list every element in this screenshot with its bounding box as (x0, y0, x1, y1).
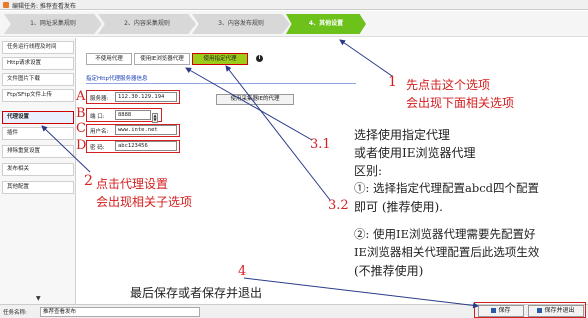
app-icon (3, 2, 9, 8)
step-2-tab[interactable]: 2、内容采集规则 (98, 14, 196, 34)
sidebar-item-other[interactable]: 其他配置 (2, 181, 74, 194)
annotation-1-line1: 先点击这个选项 (406, 78, 491, 92)
server-input[interactable]: 112.30.129.194 (115, 92, 177, 102)
description-line-7: IE浏览器相关代理配置后此选项生效 (354, 245, 540, 259)
tab-custom-proxy[interactable]: 使用指定代理 (192, 53, 248, 65)
user-input[interactable]: www.inte.net (115, 125, 177, 135)
sidebar-item-publish[interactable]: 发布相关 (2, 163, 74, 176)
description-line-5: 即可 (推荐使用). (354, 200, 443, 214)
stepper-down-icon[interactable]: ▼ (153, 118, 157, 122)
tab-no-proxy[interactable]: 不使用代理 (86, 53, 132, 65)
save-exit-icon (537, 308, 543, 313)
sidebar: 任务运行线程及时间 Http请求设置 文件图片下载 Ftp/SFtp文件上传 代… (0, 38, 76, 304)
password-label: 密 码: (90, 145, 105, 151)
step-4-tab[interactable]: 4、其他设置 (286, 14, 366, 34)
save-button[interactable]: 保存 (478, 305, 524, 317)
user-label: 用户名: (90, 129, 109, 135)
sidebar-item-dedupe[interactable]: 排除重复设置 (2, 145, 74, 158)
step-wizard: 1、网址采集规则 2、内容采集规则 3、内容发布规则 4、其他设置 (0, 11, 588, 37)
annotation-2-line2: 会出现相关子选项 (96, 195, 193, 209)
annotation-3-1: 3.1 (310, 137, 331, 152)
label-a: A (76, 89, 86, 104)
annotation-2-line1: 点击代理设置 (96, 177, 169, 191)
tab-ie-proxy[interactable]: 使用IE浏览器代理 (134, 53, 190, 65)
annotation-4-number: 4 (238, 264, 247, 279)
save-icon (491, 308, 497, 313)
description-line-2: 或者使用IE浏览器代理 (354, 146, 476, 160)
annotation-1-number: 1 (388, 74, 397, 90)
window-title: 编辑任务: 推荐查看发布 (12, 3, 76, 10)
arrow-4 (243, 277, 479, 309)
scroll-down-icon[interactable]: ▼ (36, 295, 41, 302)
label-c: C (76, 121, 86, 136)
save-exit-button-label: 保存并退出 (544, 307, 575, 314)
task-name-label: 任务名称: (3, 310, 27, 316)
save-exit-button[interactable]: 保存并退出 (528, 305, 584, 317)
info-icon[interactable]: i (256, 55, 263, 62)
description-line-6: ②: 使用IE浏览器代理需要先配置好 (354, 227, 536, 241)
annotation-1-line2: 会出现下面相关选项 (406, 96, 515, 110)
password-input[interactable]: abc123456 (115, 141, 177, 151)
server-label: 服务器: (90, 96, 109, 102)
port-stepper[interactable]: ▲ ▼ (152, 113, 158, 123)
description-line-3: 区别: (354, 164, 383, 178)
section-divider (86, 83, 356, 84)
sidebar-item-ftp[interactable]: Ftp/SFtp文件上传 (2, 89, 74, 102)
annotation-2-number: 2 (84, 173, 93, 189)
title-bar: 编辑任务: 推荐查看发布 (0, 0, 588, 10)
sidebar-item-proxy[interactable]: 代理设置 (2, 111, 74, 124)
step-3-tab[interactable]: 3、内容发布规则 (192, 14, 290, 34)
sidebar-item-download[interactable]: 文件图片下载 (2, 73, 74, 86)
arrow-1 (339, 39, 393, 77)
label-d: D (76, 138, 87, 153)
port-input[interactable]: 8888 (115, 110, 151, 120)
label-b: B (76, 106, 86, 121)
arrow-3-2 (225, 65, 331, 201)
save-hint: 最后保存或者保存并退出 (130, 286, 263, 300)
ie-proxy-button[interactable]: 使用采集器IE的代理 (216, 94, 294, 105)
description-line-4: ①: 选择指定代理配置abcd四个配置 (354, 181, 540, 195)
annotation-arrows (41, 39, 479, 309)
save-button-label: 保存 (498, 307, 511, 314)
description-line-1: 选择使用指定代理 (354, 128, 451, 142)
sidebar-item-http[interactable]: Http请求设置 (2, 57, 74, 70)
sidebar-item-thread-time[interactable]: 任务运行线程及时间 (2, 41, 74, 54)
description-line-8: (不推荐使用) (354, 264, 424, 278)
step-1-tab[interactable]: 1、网址采集规则 (4, 14, 102, 34)
section-title: 指定Http代理服务器信息 (86, 76, 148, 82)
task-name-input[interactable]: 推荐查看发布 (40, 307, 200, 317)
port-label: 端 口: (90, 114, 105, 120)
sidebar-item-plugin[interactable]: 插件 (2, 127, 74, 140)
annotation-3-2: 3.2 (328, 198, 349, 213)
